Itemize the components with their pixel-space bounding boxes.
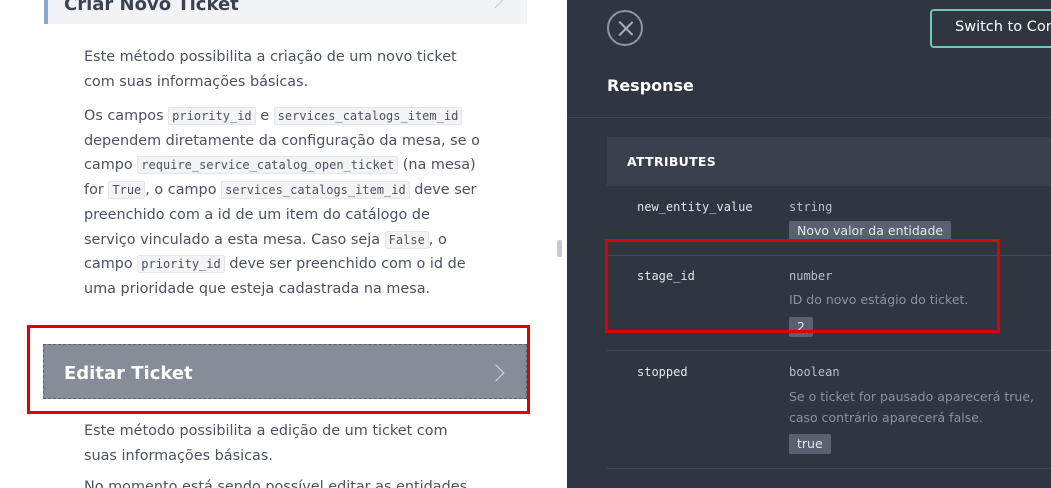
code-services-catalogs-item-id: services_catalogs_item_id	[273, 107, 463, 125]
section-header-create-ticket[interactable]: Criar Novo Ticket	[44, 0, 527, 24]
response-pane: Switch to Console Response ATTRIBUTES ne…	[567, 0, 1051, 488]
docs-pane: Criar Novo Ticket Este método possibilit…	[0, 0, 567, 488]
fields-explanation: Os campos priority_id e services_catalog…	[84, 104, 484, 302]
attribute-example-badge: Novo valor da entidade	[789, 221, 952, 241]
switch-to-console-button[interactable]: Switch to Console	[930, 9, 1051, 48]
highlight-annotation	[605, 239, 1000, 333]
code-priority-id: priority_id	[137, 255, 225, 274]
code-true: True	[108, 181, 146, 200]
create-ticket-description: Este método possibilita a criação de um …	[84, 49, 457, 90]
row-divider	[607, 468, 1051, 469]
attribute-example-badge: true	[789, 434, 831, 454]
edit-ticket-note: No momento está sendo possível editar as…	[84, 479, 468, 488]
row-divider	[607, 350, 1051, 351]
response-title: Response	[607, 76, 694, 95]
pane-resize-handle[interactable]	[557, 240, 562, 257]
text-fragment: Os campos	[84, 108, 169, 124]
chevron-right-icon	[486, 0, 504, 9]
code-false: False	[384, 230, 429, 249]
close-button[interactable]	[607, 10, 643, 46]
text-fragment: e	[255, 108, 274, 124]
code-priority-id: priority_id	[168, 107, 256, 125]
attribute-type: boolean	[789, 365, 840, 379]
attribute-name: new_entity_value	[637, 200, 753, 214]
attributes-header: ATTRIBUTES	[607, 137, 1051, 186]
edit-ticket-description: Este método possibilita a edição de um t…	[84, 423, 448, 464]
code-require-service-catalog: require_service_catalog_open_ticket	[137, 156, 399, 175]
highlight-annotation	[27, 325, 530, 414]
attribute-description: Se o ticket for pausado aparecerá true, …	[789, 389, 1035, 425]
code-services-catalogs-item-id: services_catalogs_item_id	[221, 181, 410, 200]
attribute-name: stopped	[637, 365, 688, 379]
text-fragment: , o campo	[145, 182, 222, 199]
divider	[567, 117, 1051, 118]
attribute-type: string	[789, 200, 833, 214]
section-title: Criar Novo Ticket	[64, 0, 239, 15]
attributes-header-label: ATTRIBUTES	[627, 154, 717, 169]
